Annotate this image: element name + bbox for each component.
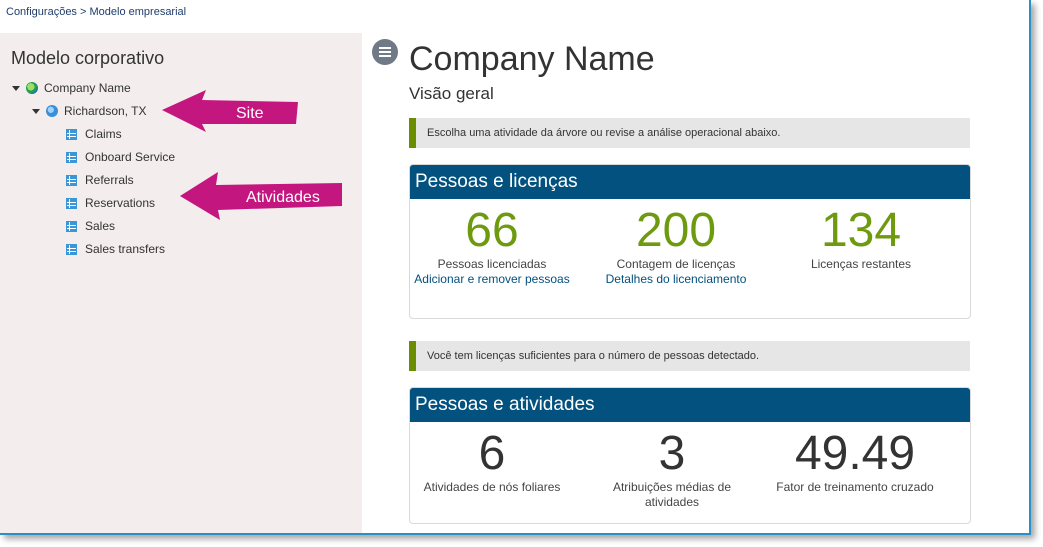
metric-remaining-licenses: 134 Licenças restantes — [771, 205, 951, 272]
metric-value: 200 — [635, 204, 717, 257]
licenses-card: Pessoas e licenças 66 Pessoas licenciada… — [409, 164, 971, 319]
tree-node-label: Onboard Service — [85, 150, 176, 164]
tree-node-label: Company Name — [44, 81, 131, 95]
tree-node-activity[interactable]: Referrals — [66, 170, 134, 190]
tree-node-activity[interactable]: Onboard Service — [66, 147, 175, 167]
breadcrumb-root-link[interactable]: Configurações — [6, 6, 77, 18]
metric-cross-training: 49.49 Fator de treinamento cruzado — [765, 428, 945, 495]
tree-node-label: Richardson, TX — [64, 104, 147, 118]
caret-down-icon[interactable] — [12, 85, 20, 91]
caret-down-icon[interactable] — [32, 108, 40, 114]
tree-node-label: Referrals — [85, 173, 134, 187]
metric-value: 66 — [465, 204, 519, 257]
activities-annotation-label: Atividades — [246, 189, 320, 206]
metric-label: Pessoas licenciadas — [437, 257, 547, 271]
tree-node-activity[interactable]: Sales transfers — [66, 239, 165, 259]
info-message: Escolha uma atividade da árvore ou revis… — [409, 118, 970, 148]
tree-node-activity[interactable]: Sales — [66, 216, 115, 236]
add-remove-people-link[interactable]: Adicionar e remover pessoas — [410, 272, 582, 287]
activity-icon — [66, 197, 77, 209]
tree-node-label: Reservations — [85, 196, 156, 210]
tree-node-label: Sales — [85, 219, 116, 233]
activity-icon — [66, 220, 77, 232]
site-annotation-label: Site — [236, 105, 264, 122]
activity-icon — [66, 243, 77, 255]
breadcrumb: Configurações > Modelo empresarial — [6, 6, 186, 18]
metric-value: 6 — [478, 427, 506, 480]
info-message: Você tem licenças suficientes para o núm… — [409, 341, 970, 371]
metric-label: Licenças restantes — [810, 257, 912, 271]
metric-label: Atividades de nós foliares — [423, 480, 561, 494]
app-window: Configurações > Modelo empresarial Model… — [0, 0, 1031, 535]
licensing-details-link[interactable]: Detalhes do licenciamento — [586, 272, 766, 287]
metric-license-count: 200 Contagem de licenças Detalhes do lic… — [586, 205, 766, 287]
metric-label: Contagem de licenças — [616, 257, 736, 271]
breadcrumb-separator: > — [80, 6, 87, 18]
tree-node-activity[interactable]: Claims — [66, 124, 122, 144]
page-title: Company Name — [409, 40, 655, 78]
tree-node-activity[interactable]: Reservations — [66, 193, 155, 213]
page-subtitle: Visão geral — [409, 84, 494, 103]
site-annotation-arrow — [162, 90, 298, 132]
metric-value: 49.49 — [794, 427, 916, 480]
sidebar-title: Modelo corporativo — [11, 48, 165, 68]
metric-leaf-activities: 6 Atividades de nós foliares — [410, 427, 582, 495]
card-title: Pessoas e atividades — [410, 388, 970, 422]
activities-card: Pessoas e atividades 6 Atividades de nós… — [409, 387, 971, 524]
metric-label: Fator de treinamento cruzado — [776, 480, 934, 494]
metric-value: 3 — [658, 427, 686, 480]
tree-node-site[interactable]: Richardson, TX — [32, 101, 146, 121]
metric-label: Atribuições médias de atividades — [612, 480, 732, 509]
metric-licensed-people: 66 Pessoas licenciadas Adicionar e remov… — [410, 204, 582, 287]
tree-node-company[interactable]: Company Name — [12, 78, 131, 98]
tree-node-label: Claims — [85, 127, 122, 141]
menu-icon[interactable] — [372, 39, 398, 65]
globe-icon — [26, 82, 38, 94]
tree-node-label: Sales transfers — [85, 242, 166, 256]
activity-icon — [66, 128, 77, 140]
card-title: Pessoas e licenças — [410, 165, 970, 199]
globe-icon — [46, 105, 58, 117]
metric-value: 134 — [820, 204, 902, 257]
activity-icon — [66, 174, 77, 186]
breadcrumb-current: Modelo empresarial — [89, 6, 187, 18]
metric-average-assignments: 3 Atribuições médias de atividades — [582, 428, 762, 510]
activity-icon — [66, 151, 77, 163]
